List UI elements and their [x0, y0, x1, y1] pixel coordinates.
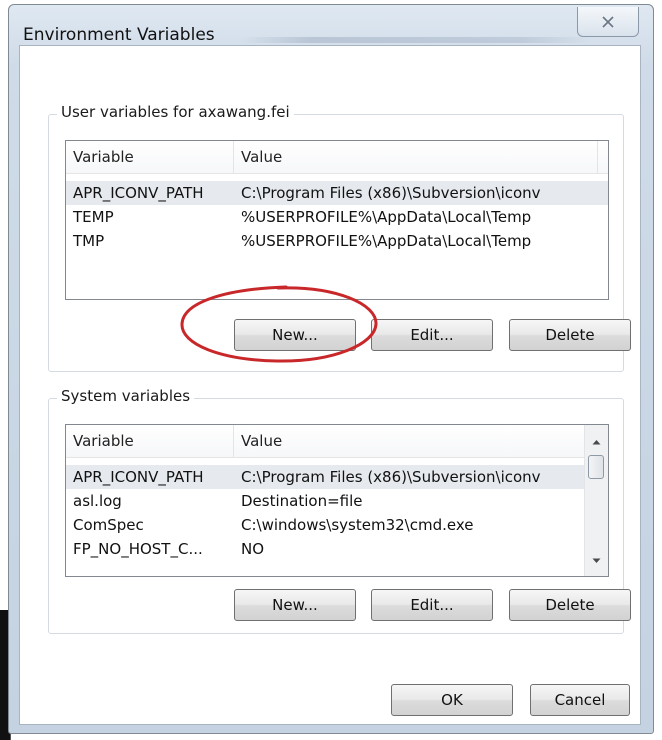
user-variable-row[interactable]: TEMP %USERPROFILE%\AppData\Local\Temp	[66, 205, 608, 229]
dialog-title: Environment Variables	[23, 25, 215, 45]
system-variable-row[interactable]: asl.log Destination=file	[66, 489, 584, 513]
close-icon	[602, 15, 614, 28]
user-variables-group: User variables for axawang.fei Variable …	[48, 103, 631, 372]
system-delete-button[interactable]: Delete	[509, 589, 631, 621]
variable-value: C:\Program Files (x86)\Subversion\iconv	[241, 468, 541, 486]
variable-value: NO	[241, 540, 265, 558]
system-variables-scrollbar[interactable]	[584, 425, 608, 576]
system-variable-row[interactable]: FP_NO_HOST_C... NO	[66, 537, 584, 561]
user-delete-button[interactable]: Delete	[509, 319, 631, 351]
user-new-button[interactable]: New...	[234, 319, 356, 351]
variable-value: Destination=file	[241, 492, 363, 510]
user-variable-row[interactable]: TMP %USERPROFILE%\AppData\Local\Temp	[66, 229, 608, 253]
variable-value: %USERPROFILE%\AppData\Local\Temp	[241, 232, 532, 250]
scroll-down-arrow-icon	[592, 558, 601, 563]
variable-value: C:\Program Files (x86)\Subversion\iconv	[241, 184, 541, 202]
variable-name: APR_ICONV_PATH	[73, 184, 204, 202]
variable-value: %USERPROFILE%\AppData\Local\Temp	[241, 208, 532, 226]
cancel-button[interactable]: Cancel	[530, 684, 630, 716]
system-variables-group: System variables Variable Value APR_ICON…	[48, 387, 631, 634]
user-variable-row[interactable]: APR_ICONV_PATH C:\Program Files (x86)\Su…	[66, 181, 608, 205]
user-variables-list[interactable]: Variable Value APR_ICONV_PATH C:\Program…	[65, 140, 609, 300]
system-new-button[interactable]: New...	[234, 589, 356, 621]
variable-name: APR_ICONV_PATH	[73, 468, 204, 486]
user-variables-list-header: Variable Value	[66, 141, 608, 174]
ok-button[interactable]: OK	[391, 684, 513, 716]
dialog-body: User variables for axawang.fei Variable …	[19, 45, 641, 725]
system-variable-row[interactable]: APR_ICONV_PATH C:\Program Files (x86)\Su…	[66, 465, 584, 489]
system-variables-label: System variables	[57, 387, 195, 405]
variable-name: TMP	[73, 232, 105, 250]
environment-variables-dialog: Environment Variables User variables for…	[8, 4, 654, 734]
user-edit-button[interactable]: Edit...	[371, 319, 493, 351]
title-bar[interactable]: Environment Variables	[9, 5, 653, 45]
column-header-variable[interactable]: Variable	[66, 141, 234, 173]
scroll-down-button[interactable]	[585, 550, 608, 572]
close-button[interactable]	[577, 7, 639, 37]
column-header-value[interactable]: Value	[234, 425, 584, 457]
variable-value: C:\windows\system32\cmd.exe	[241, 516, 474, 534]
user-variables-label: User variables for axawang.fei	[57, 103, 294, 121]
variable-name: asl.log	[73, 492, 122, 510]
variable-name: ComSpec	[73, 516, 144, 534]
column-header-variable[interactable]: Variable	[66, 425, 234, 457]
scroll-up-button[interactable]	[585, 431, 608, 453]
scrollbar-thumb[interactable]	[588, 455, 604, 479]
variable-name: TEMP	[73, 208, 114, 226]
scroll-up-arrow-icon	[592, 440, 601, 445]
system-variables-list-header: Variable Value	[66, 425, 584, 458]
system-variables-list[interactable]: Variable Value APR_ICONV_PATH C:\Program…	[65, 424, 609, 577]
system-variable-row[interactable]: ComSpec C:\windows\system32\cmd.exe	[66, 513, 584, 537]
column-header-value[interactable]: Value	[234, 141, 598, 173]
title-bar-blur	[241, 37, 591, 43]
variable-name: FP_NO_HOST_C...	[73, 540, 203, 558]
system-edit-button[interactable]: Edit...	[371, 589, 493, 621]
